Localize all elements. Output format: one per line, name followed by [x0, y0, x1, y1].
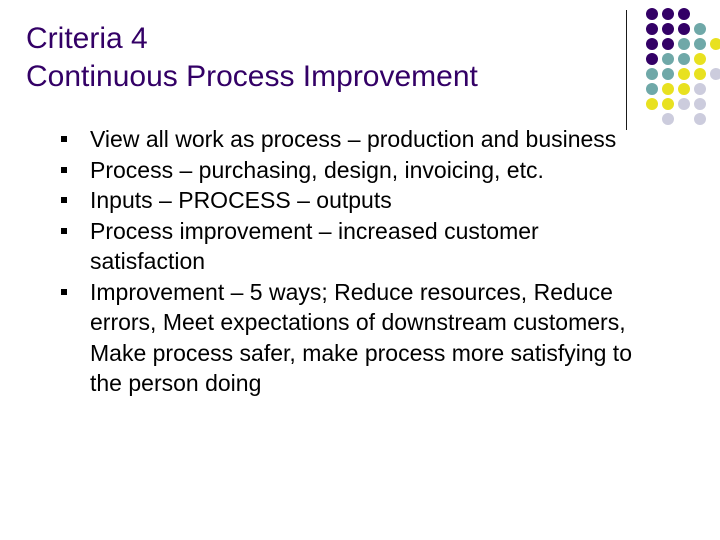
- decorative-dot: [678, 98, 690, 110]
- list-item-text: View all work as process – production an…: [90, 126, 617, 152]
- list-item-text: Process – purchasing, design, invoicing,…: [90, 156, 544, 183]
- page-title: Criteria 4 Continuous Process Improvemen…: [26, 20, 616, 96]
- square-bullet-icon: [61, 288, 67, 295]
- decorative-dot: [646, 53, 658, 65]
- slide-canvas: Criteria 4 Continuous Process Improvemen…: [0, 0, 720, 540]
- decorative-dot: [694, 98, 706, 110]
- decorative-dot: [662, 53, 674, 65]
- decorative-dot: [678, 83, 690, 95]
- decorative-dot: [678, 23, 690, 35]
- bullet-list: View all work as process – production an…: [54, 124, 654, 399]
- decorative-dot: [646, 38, 658, 50]
- list-item-text: Process improvement – increased customer…: [90, 217, 539, 275]
- decorative-dot: [678, 8, 690, 20]
- decorative-dot: [694, 83, 706, 95]
- decorative-dot: [646, 98, 658, 110]
- decorative-dot: [694, 113, 706, 125]
- decorative-dot: [694, 38, 706, 50]
- decorative-dot: [662, 68, 674, 80]
- list-item-text: Inputs – PROCESS – outputs: [90, 187, 392, 213]
- decorative-dot: [678, 38, 690, 50]
- list-item: Process improvement – increased customer…: [54, 216, 654, 277]
- title-line-2: Continuous Process Improvement: [26, 60, 478, 93]
- decorative-dot: [662, 23, 674, 35]
- decorative-dot: [678, 68, 690, 80]
- decorative-dot: [710, 68, 720, 80]
- decorative-dot: [694, 53, 706, 65]
- square-bullet-icon: [61, 227, 67, 234]
- decorative-dot: [662, 113, 674, 125]
- decorative-dot: [678, 53, 690, 65]
- list-item-text: Improvement – 5 ways; Reduce resources, …: [90, 278, 632, 397]
- decorative-dot: [646, 8, 658, 20]
- decorative-dot: [646, 83, 658, 95]
- decorative-dot: [646, 23, 658, 35]
- decorative-dot: [710, 38, 720, 50]
- square-bullet-icon: [61, 166, 67, 173]
- decorative-dot: [662, 98, 674, 110]
- decorative-dot: [662, 8, 674, 20]
- vertical-divider: [626, 10, 627, 130]
- title-line-1: Criteria 4: [26, 22, 148, 55]
- list-item: View all work as process – production an…: [54, 124, 654, 155]
- list-item: Improvement – 5 ways; Reduce resources, …: [54, 277, 654, 399]
- decorative-dot: [646, 68, 658, 80]
- list-item: Inputs – PROCESS – outputs: [54, 185, 654, 216]
- square-bullet-icon: [61, 197, 67, 203]
- decorative-dot: [694, 23, 706, 35]
- decorative-dot: [662, 38, 674, 50]
- decorative-dot-grid: [646, 8, 720, 132]
- decorative-dot: [694, 68, 706, 80]
- list-item: Process – purchasing, design, invoicing,…: [54, 155, 654, 186]
- decorative-dot: [662, 83, 674, 95]
- square-bullet-icon: [61, 136, 67, 142]
